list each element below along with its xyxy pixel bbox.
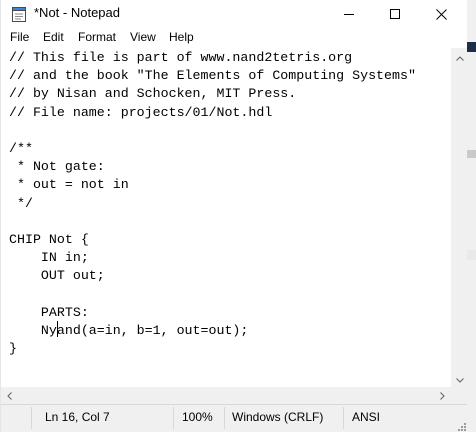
chevron-down-icon	[455, 370, 464, 388]
background-window-edge	[467, 42, 476, 52]
resize-grip-icon[interactable]	[456, 420, 466, 431]
menu-edit[interactable]: Edit	[43, 30, 64, 44]
desktop-background	[467, 0, 476, 432]
status-encoding: ANSI	[352, 410, 381, 424]
status-divider	[173, 407, 174, 429]
status-line-ending: Windows (CRLF)	[232, 410, 324, 424]
background-window-edge	[467, 150, 476, 158]
scroll-right-button[interactable]	[434, 387, 451, 404]
status-divider	[343, 407, 344, 429]
chevron-left-icon	[7, 387, 12, 405]
status-zoom: 100%	[182, 410, 213, 424]
text-caret	[57, 321, 58, 337]
minimize-icon	[344, 9, 354, 19]
text-editor[interactable]: // This file is part of www.nand2tetris.…	[1, 48, 451, 387]
notepad-window: *Not - Notepad File Edit Format View Hel…	[0, 0, 468, 432]
status-divider	[31, 407, 32, 429]
background-window-edge	[467, 250, 476, 260]
scroll-down-button[interactable]	[451, 370, 468, 387]
maximize-icon	[390, 9, 400, 19]
chevron-right-icon	[440, 387, 445, 405]
minimize-button[interactable]	[326, 0, 372, 28]
menu-view[interactable]: View	[130, 30, 156, 44]
scroll-left-button[interactable]	[1, 387, 18, 404]
notepad-icon	[12, 6, 26, 22]
close-icon	[435, 8, 447, 20]
menu-bar: File Edit Format View Help	[1, 28, 468, 48]
horizontal-scrollbar[interactable]	[1, 387, 451, 404]
editor-text[interactable]: // This file is part of www.nand2tetris.…	[9, 49, 416, 358]
status-bar: Ln 16, Col 7 100% Windows (CRLF) ANSI	[1, 404, 468, 432]
status-divider	[224, 407, 225, 429]
menu-help[interactable]: Help	[169, 30, 194, 44]
scroll-up-button[interactable]	[451, 48, 468, 65]
chevron-up-icon	[455, 48, 464, 66]
status-cursor-position: Ln 16, Col 7	[45, 410, 110, 424]
title-bar[interactable]: *Not - Notepad	[1, 0, 468, 28]
window-title: *Not - Notepad	[34, 5, 120, 20]
scrollbar-corner	[451, 387, 468, 404]
maximize-button[interactable]	[372, 0, 418, 28]
menu-format[interactable]: Format	[78, 30, 116, 44]
vertical-scrollbar[interactable]	[451, 48, 468, 387]
menu-file[interactable]: File	[10, 30, 29, 44]
close-button[interactable]	[418, 0, 464, 28]
